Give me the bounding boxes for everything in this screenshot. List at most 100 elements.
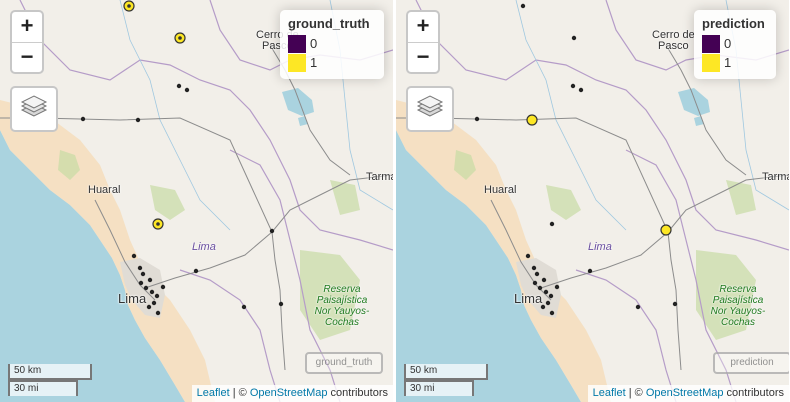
city-label-lima: Lima	[514, 291, 543, 306]
legend-swatch-0	[702, 35, 720, 53]
legend-row-0: 0	[288, 35, 376, 54]
marker-class-0[interactable]	[554, 284, 560, 290]
marker-class-1[interactable]	[660, 224, 672, 236]
attribution: Leaflet | © OpenStreetMap contributors	[191, 385, 393, 402]
osm-link[interactable]: OpenStreetMap	[250, 387, 328, 399]
reserve-label: Reserva Paisajística Nor Yauyos- Cochas	[703, 284, 773, 328]
leaflet-link[interactable]: Leaflet	[197, 387, 230, 399]
marker-class-0[interactable]	[184, 87, 190, 93]
marker-class-0[interactable]	[176, 83, 182, 89]
marker-center-dot	[178, 36, 182, 40]
place-label-huaral: Huaral	[88, 184, 121, 196]
marker-class-0[interactable]	[241, 304, 247, 310]
map-panel-left[interactable]: Cerro de Pasco H Huaral Tarma Lima Lima …	[0, 0, 393, 402]
legend-toggle-button[interactable]: prediction	[713, 352, 789, 374]
marker-class-0[interactable]	[570, 83, 576, 89]
marker-class-0[interactable]	[193, 268, 199, 274]
region-label-lima: Lima	[192, 241, 216, 253]
marker-class-0[interactable]	[146, 304, 152, 310]
marker-class-0[interactable]	[531, 265, 537, 271]
marker-class-0[interactable]	[137, 265, 143, 271]
legend-label-1: 1	[724, 55, 732, 70]
marker-class-1[interactable]	[526, 114, 538, 126]
marker-class-0[interactable]	[543, 289, 549, 295]
legend-title: prediction	[702, 16, 765, 31]
marker-center-dot	[156, 222, 160, 226]
map-comparison: Cerro de Pasco H Huaral Tarma Lima Lima …	[0, 0, 790, 402]
marker-class-0[interactable]	[474, 116, 480, 122]
marker-class-0[interactable]	[131, 253, 137, 259]
marker-class-0[interactable]	[138, 280, 144, 286]
marker-class-0[interactable]	[154, 293, 160, 299]
marker-class-0[interactable]	[545, 300, 551, 306]
scale-bar-km: 50 km	[8, 364, 92, 380]
legend-label-1: 1	[310, 55, 318, 70]
marker-class-0[interactable]	[269, 228, 275, 234]
marker-class-0[interactable]	[532, 280, 538, 286]
attribution-rest: contributors	[327, 387, 388, 399]
scale-bar-mi: 30 mi	[404, 380, 474, 396]
leaflet-link[interactable]: Leaflet	[593, 387, 626, 399]
reserve-label-line: Paisajística	[316, 295, 368, 306]
marker-class-0[interactable]	[525, 253, 531, 259]
marker-class-0[interactable]	[537, 285, 543, 291]
region-label-lima: Lima	[588, 241, 612, 253]
marker-class-0[interactable]	[548, 293, 554, 299]
marker-class-0[interactable]	[541, 277, 547, 283]
marker-class-0[interactable]	[672, 301, 678, 307]
legend: prediction 0 1	[694, 10, 776, 79]
legend-row-0: 0	[702, 35, 768, 54]
marker-class-0[interactable]	[571, 35, 577, 41]
zoom-out-button[interactable]: −	[408, 43, 438, 73]
reserve-label: Reserva Paisajística Nor Yauyos- Cochas	[307, 284, 377, 328]
reserve-label-line: Nor Yauyos-	[314, 306, 370, 317]
reserve-label-line: Reserva	[323, 284, 361, 295]
place-label-pasco: Pasco	[658, 40, 689, 52]
marker-class-0[interactable]	[149, 289, 155, 295]
legend-toggle-button[interactable]: ground_truth	[305, 352, 383, 374]
map-panel-right[interactable]: Cerro de Pasco H Huaral Tarma Lima Lima …	[396, 0, 789, 402]
marker-class-0[interactable]	[578, 87, 584, 93]
marker-class-0[interactable]	[135, 117, 141, 123]
layers-icon	[20, 95, 48, 117]
layers-icon	[416, 95, 444, 117]
legend-swatch-0	[288, 35, 306, 53]
legend-label-0: 0	[724, 36, 732, 51]
reserve-label-line: Nor Yauyos-	[710, 306, 766, 317]
marker-class-0[interactable]	[635, 304, 641, 310]
place-label-huaral: Huaral	[484, 184, 517, 196]
zoom-in-button[interactable]: +	[408, 12, 438, 43]
marker-class-0[interactable]	[80, 116, 86, 122]
marker-class-0[interactable]	[147, 277, 153, 283]
marker-class-0[interactable]	[278, 301, 284, 307]
marker-class-0[interactable]	[549, 310, 555, 316]
legend-row-1: 1	[702, 54, 768, 73]
legend-swatch-1	[288, 54, 306, 72]
scale-bar-km: 50 km	[404, 364, 488, 380]
marker-center-dot	[127, 4, 131, 8]
layers-button[interactable]	[10, 86, 58, 132]
marker-class-0[interactable]	[587, 268, 593, 274]
reserve-label-line: Paisajística	[712, 295, 764, 306]
marker-class-0[interactable]	[520, 3, 526, 9]
osm-link[interactable]: OpenStreetMap	[646, 387, 724, 399]
marker-class-0[interactable]	[155, 310, 161, 316]
marker-class-0[interactable]	[151, 300, 157, 306]
attribution-sep: | ©	[625, 387, 646, 399]
legend: ground_truth 0 1	[280, 10, 384, 79]
legend-title: ground_truth	[288, 16, 370, 31]
zoom-out-button[interactable]: −	[12, 43, 42, 73]
scale-bar-mi: 30 mi	[8, 380, 78, 396]
reserve-label-line: Cochas	[325, 317, 359, 328]
marker-class-0[interactable]	[140, 271, 146, 277]
legend-label-0: 0	[310, 36, 318, 51]
marker-class-0[interactable]	[143, 285, 149, 291]
zoom-in-button[interactable]: +	[12, 12, 42, 43]
marker-class-0[interactable]	[534, 271, 540, 277]
marker-class-0[interactable]	[549, 221, 555, 227]
legend-row-1: 1	[288, 54, 376, 73]
layers-button[interactable]	[406, 86, 454, 132]
marker-class-0[interactable]	[160, 284, 166, 290]
reserve-label-line: Reserva	[719, 284, 757, 295]
legend-swatch-1	[702, 54, 720, 72]
